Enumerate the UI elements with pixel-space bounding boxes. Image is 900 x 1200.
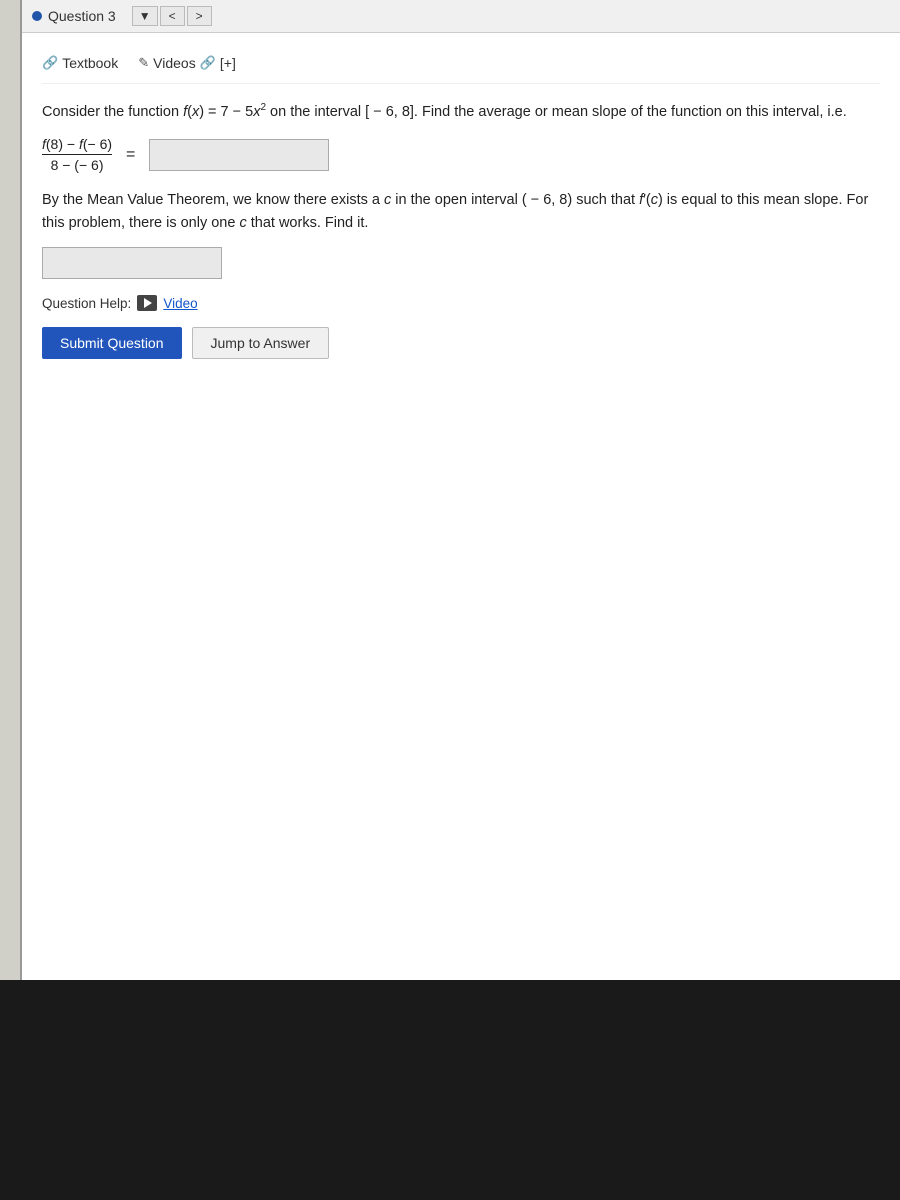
textbook-icon: 🔗 [42,55,58,71]
question-help: Question Help: Video [42,295,880,311]
nav-back-button[interactable]: < [160,6,185,26]
fraction-denominator: 8 − (− 6) [51,155,104,173]
submit-button[interactable]: Submit Question [42,327,182,359]
plus-label: [+] [220,55,236,71]
fraction-container: f(8) − f(− 6) 8 − (− 6) = [42,136,880,173]
videos-icon: ✎ [138,55,149,71]
question-label: Question 3 [48,8,116,24]
jump-to-answer-button[interactable]: Jump to Answer [192,327,330,359]
second-input-container [42,247,880,279]
taskbar [0,980,900,1200]
content-area: 🔗 Textbook ✎ Videos 🔗 [+] Consider the f… [22,33,900,373]
fraction-numerator: f(8) − f(− 6) [42,136,112,155]
question-help-label: Question Help: [42,296,131,311]
textbook-label: Textbook [62,55,118,71]
nav-buttons: ▼ < > [132,6,212,26]
equals-sign: = [126,146,135,164]
mvt-text: By the Mean Value Theorem, we know there… [42,189,880,235]
mean-slope-input[interactable] [149,139,329,171]
fraction: f(8) − f(− 6) 8 − (− 6) [42,136,112,173]
video-link[interactable]: Video [163,296,197,311]
problem-text-1: Consider the function f(x) = 7 − 5x2 on … [42,100,880,124]
question-dot [32,11,42,21]
resources-bar: 🔗 Textbook ✎ Videos 🔗 [+] [42,47,880,84]
dropdown-button[interactable]: ▼ [132,6,158,26]
videos-link[interactable]: ✎ Videos 🔗 [+] [138,55,236,71]
videos-label: Videos [153,55,196,71]
videos-external-icon: 🔗 [200,55,216,71]
nav-forward-button[interactable]: > [187,6,212,26]
video-icon [137,295,157,311]
c-value-input[interactable] [42,247,222,279]
question-indicator: Question 3 [32,8,116,24]
toolbar: Question 3 ▼ < > [22,0,900,33]
textbook-link[interactable]: 🔗 Textbook [42,55,118,71]
buttons-row: Submit Question Jump to Answer [42,327,880,359]
